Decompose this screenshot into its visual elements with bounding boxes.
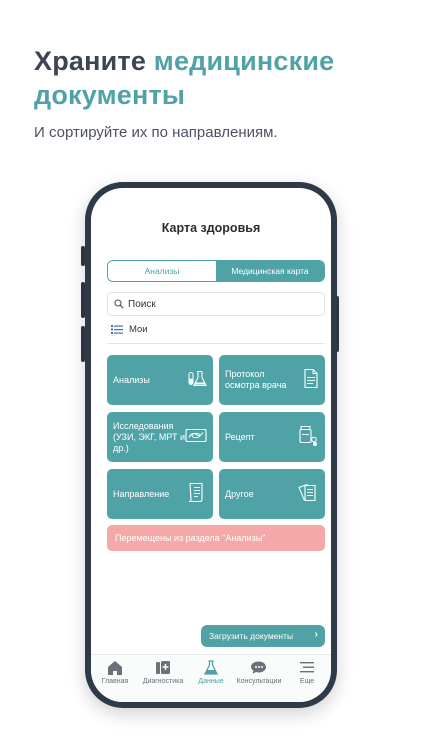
chevron-right-icon: › <box>314 629 318 640</box>
tile-referral[interactable]: Направление <box>107 469 213 519</box>
promo-title: Храните медицинские документы <box>34 44 404 112</box>
filter-label: Мои <box>129 324 148 335</box>
promo-subtitle: И сортируйте их по направлениям. <box>34 124 278 141</box>
filter-mine[interactable]: Мои <box>111 324 148 335</box>
menu-icon <box>300 662 314 673</box>
tile-research[interactable]: Исследования (УЗИ, ЭКГ, МРТ и др.) <box>107 412 213 462</box>
tab-home[interactable]: Главная <box>91 660 139 685</box>
divider <box>107 343 325 344</box>
home-icon <box>108 661 122 675</box>
tab-label: Данные <box>198 678 224 685</box>
segment-analyses[interactable]: Анализы <box>108 261 216 281</box>
tab-bar: Главная Диагностика Данные Консультации … <box>91 654 331 702</box>
tile-prescription[interactable]: Рецепт <box>219 412 325 462</box>
upload-documents-button[interactable]: Загрузить документы › <box>201 625 325 647</box>
tab-label: Консультации <box>236 678 282 685</box>
tab-consultations[interactable]: Консультации <box>235 660 283 685</box>
tab-data[interactable]: Данные <box>187 660 235 685</box>
search-icon <box>114 299 124 309</box>
documents-icon <box>297 482 319 507</box>
phone-screen: Карта здоровья Анализы Медицинская карта… <box>91 188 331 702</box>
moved-notice-banner: Перемещены из раздела "Анализы" <box>107 525 325 551</box>
tab-more[interactable]: Еще <box>283 660 331 685</box>
tile-examination-protocol[interactable]: Протокол осмотра врача <box>219 355 325 405</box>
document-icon <box>303 368 319 392</box>
list-icon <box>111 325 123 334</box>
pills-icon <box>297 425 319 450</box>
screen-title: Карта здоровья <box>161 221 261 235</box>
segment-medical-card[interactable]: Медицинская карта <box>216 261 324 281</box>
referral-icon <box>187 482 207 507</box>
search-placeholder: Поиск <box>128 298 156 310</box>
tab-label: Главная <box>101 678 129 685</box>
tile-label: Рецепт <box>225 431 255 442</box>
phone-frame: Карта здоровья Анализы Медицинская карта… <box>85 182 337 708</box>
scan-icon <box>185 427 207 448</box>
search-input[interactable]: Поиск <box>107 292 325 316</box>
tile-other[interactable]: Другое <box>219 469 325 519</box>
tile-label: Другое <box>225 488 254 499</box>
upload-button-label: Загрузить документы <box>209 631 294 641</box>
tab-label: Диагностика <box>142 678 184 685</box>
tile-label: Протокол осмотра врача <box>225 369 287 390</box>
flask-icon <box>187 369 207 392</box>
chat-icon <box>251 661 266 674</box>
promo-title-part1: Храните <box>34 46 154 76</box>
flask-icon <box>203 660 219 675</box>
tab-label: Еще <box>299 678 315 685</box>
diagnostics-icon <box>156 661 170 674</box>
tile-analyses[interactable]: Анализы <box>107 355 213 405</box>
tile-label: Анализы <box>113 374 150 385</box>
tab-diagnostics[interactable]: Диагностика <box>139 660 187 685</box>
tile-label: Исследования (УЗИ, ЭКГ, МРТ и др.) <box>113 420 186 453</box>
tile-label: Направление <box>113 488 170 499</box>
segmented-control: Анализы Медицинская карта <box>107 260 325 282</box>
